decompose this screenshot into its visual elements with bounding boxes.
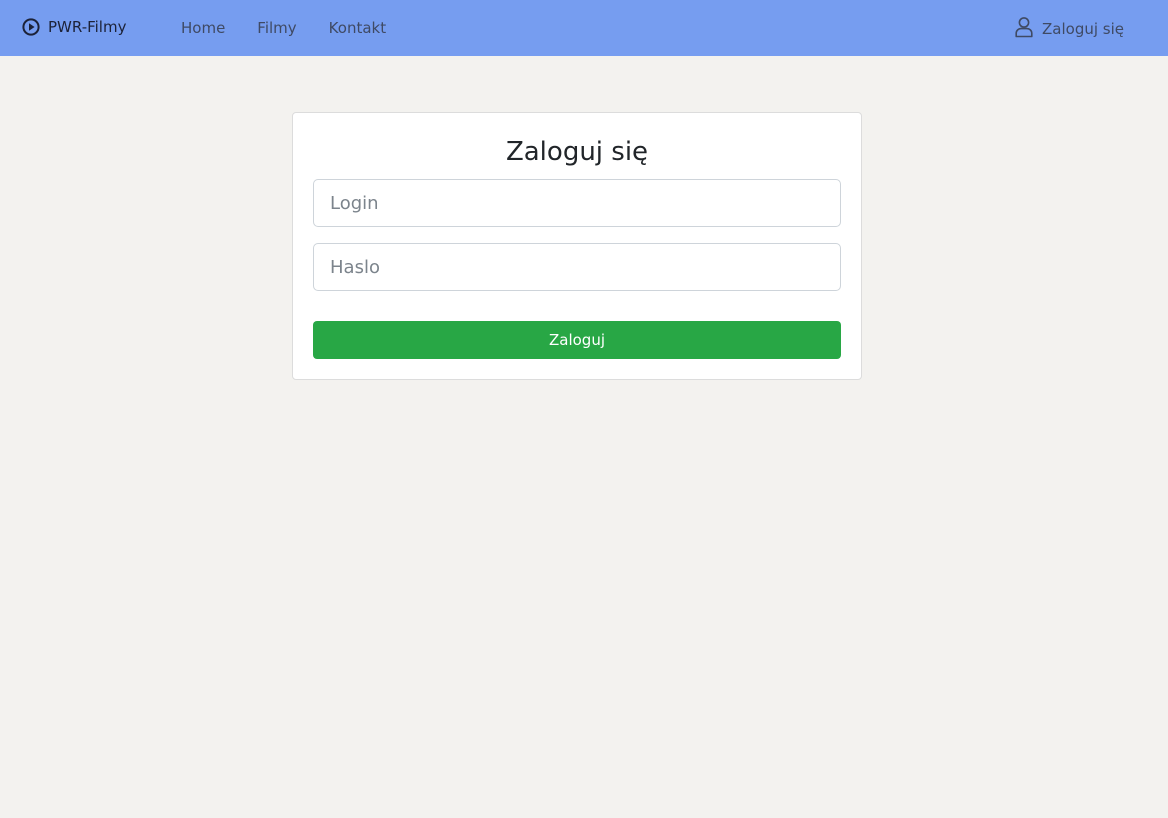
nav-links: Home Filmy Kontakt — [181, 19, 418, 37]
top-navbar: PWR-Filmy Home Filmy Kontakt Zaloguj się — [0, 0, 1168, 56]
brand-label: PWR-Filmy — [48, 18, 127, 36]
login-input[interactable] — [313, 179, 841, 227]
login-submit-button[interactable]: Zaloguj — [313, 321, 841, 359]
user-icon — [1015, 17, 1033, 38]
nav-link-home[interactable]: Home — [181, 19, 225, 37]
play-circle-icon — [22, 18, 40, 36]
nav-link-kontakt[interactable]: Kontakt — [329, 19, 386, 37]
login-title: Zaloguj się — [505, 137, 649, 167]
nav-login-link[interactable]: Zaloguj się — [1014, 17, 1124, 38]
password-input[interactable] — [313, 243, 841, 291]
nav-login-label: Zaloguj się — [1042, 19, 1124, 38]
login-card: Zaloguj się Zaloguj — [292, 112, 862, 380]
nav-link-filmy[interactable]: Filmy — [257, 19, 296, 37]
brand-link[interactable]: PWR-Filmy — [22, 18, 126, 36]
